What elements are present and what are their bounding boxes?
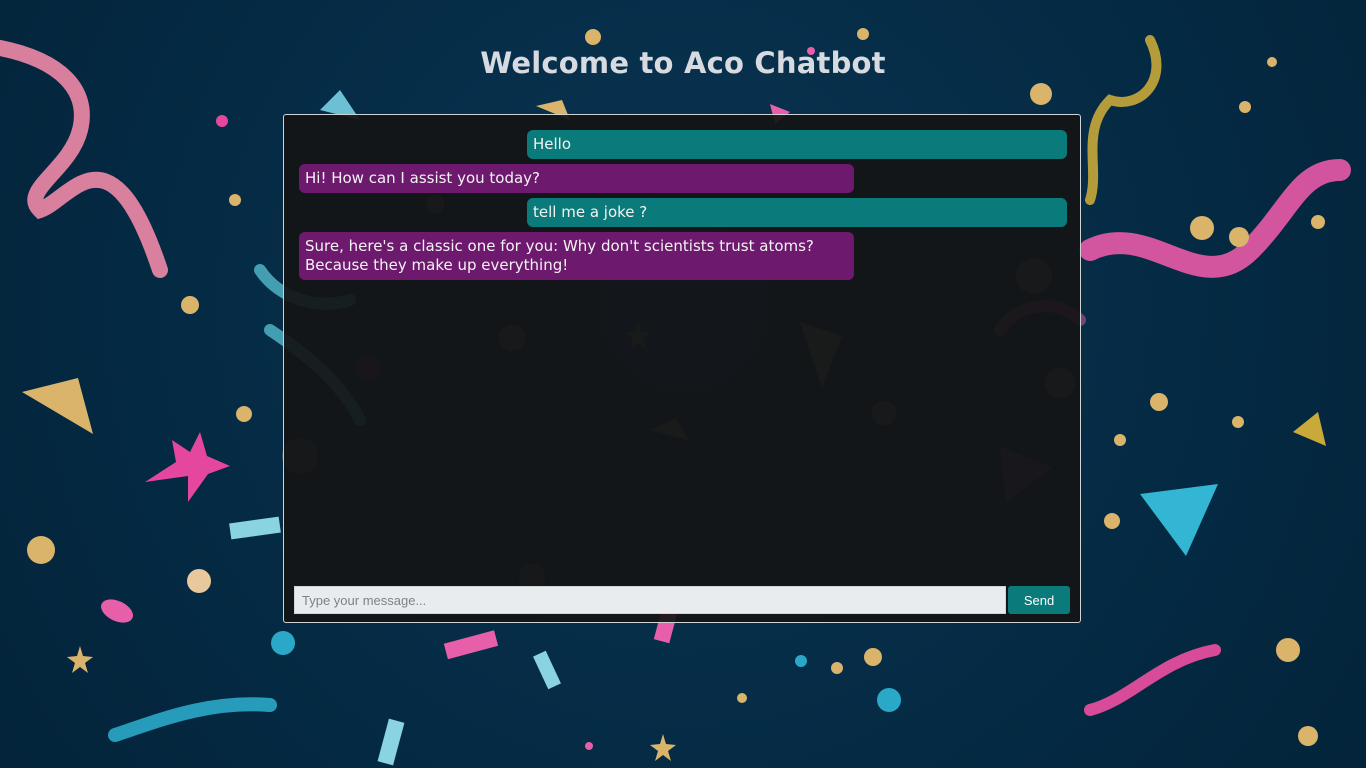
dot-shape bbox=[1150, 393, 1168, 411]
dot-shape bbox=[101, 599, 133, 623]
chat-panel: Hello Hi! How can I assist you today? te… bbox=[283, 114, 1081, 623]
dot-shape bbox=[1030, 83, 1052, 105]
triangle-shape bbox=[1293, 412, 1326, 446]
star-shape bbox=[145, 432, 230, 502]
dot-shape bbox=[864, 648, 882, 666]
bot-message: Sure, here's a classic one for you: Why … bbox=[299, 232, 854, 280]
bot-message: Hi! How can I assist you today? bbox=[299, 164, 854, 193]
dot-shape bbox=[1104, 513, 1120, 529]
triangle-shape bbox=[1140, 484, 1218, 556]
message-list: Hello Hi! How can I assist you today? te… bbox=[284, 115, 1080, 577]
star-shape bbox=[67, 646, 93, 673]
user-message: tell me a joke ? bbox=[527, 198, 1067, 227]
dot-shape bbox=[1239, 101, 1251, 113]
dot-shape bbox=[181, 296, 199, 314]
star-shape bbox=[650, 734, 676, 761]
dot-shape bbox=[1190, 216, 1214, 240]
ribbon-shape bbox=[1084, 644, 1221, 716]
dot-shape bbox=[1229, 227, 1249, 247]
page: Welcome to Aco Chatbot Hello Hi! How can… bbox=[0, 0, 1366, 768]
dot-shape bbox=[216, 115, 228, 127]
dot-shape bbox=[1276, 638, 1300, 662]
ribbon-shape bbox=[377, 718, 405, 766]
dot-shape bbox=[1311, 215, 1325, 229]
dot-shape bbox=[585, 742, 593, 750]
dot-shape bbox=[27, 536, 55, 564]
dot-shape bbox=[1114, 434, 1126, 446]
ribbon-shape bbox=[0, 40, 168, 278]
dot-shape bbox=[831, 662, 843, 674]
ribbon-shape bbox=[443, 630, 499, 660]
dot-shape bbox=[795, 655, 807, 667]
page-title: Welcome to Aco Chatbot bbox=[480, 46, 886, 80]
message-composer: Send bbox=[294, 586, 1070, 614]
dot-shape bbox=[1232, 416, 1244, 428]
dot-shape bbox=[236, 406, 252, 422]
dot-shape bbox=[1298, 726, 1318, 746]
triangle-shape bbox=[22, 378, 93, 434]
dot-shape bbox=[229, 194, 241, 206]
dot-shape bbox=[877, 688, 901, 712]
message-input[interactable] bbox=[294, 586, 1006, 614]
dot-shape bbox=[857, 28, 869, 40]
dot-shape bbox=[187, 569, 211, 593]
send-button[interactable]: Send bbox=[1008, 586, 1070, 614]
ribbon-shape bbox=[229, 516, 281, 540]
dot-shape bbox=[271, 631, 295, 655]
ribbon-shape bbox=[108, 697, 277, 742]
ribbon-shape bbox=[1079, 159, 1351, 278]
user-message: Hello bbox=[527, 130, 1067, 159]
dot-shape bbox=[737, 693, 747, 703]
dot-shape bbox=[585, 29, 601, 45]
ribbon-shape bbox=[533, 650, 561, 690]
